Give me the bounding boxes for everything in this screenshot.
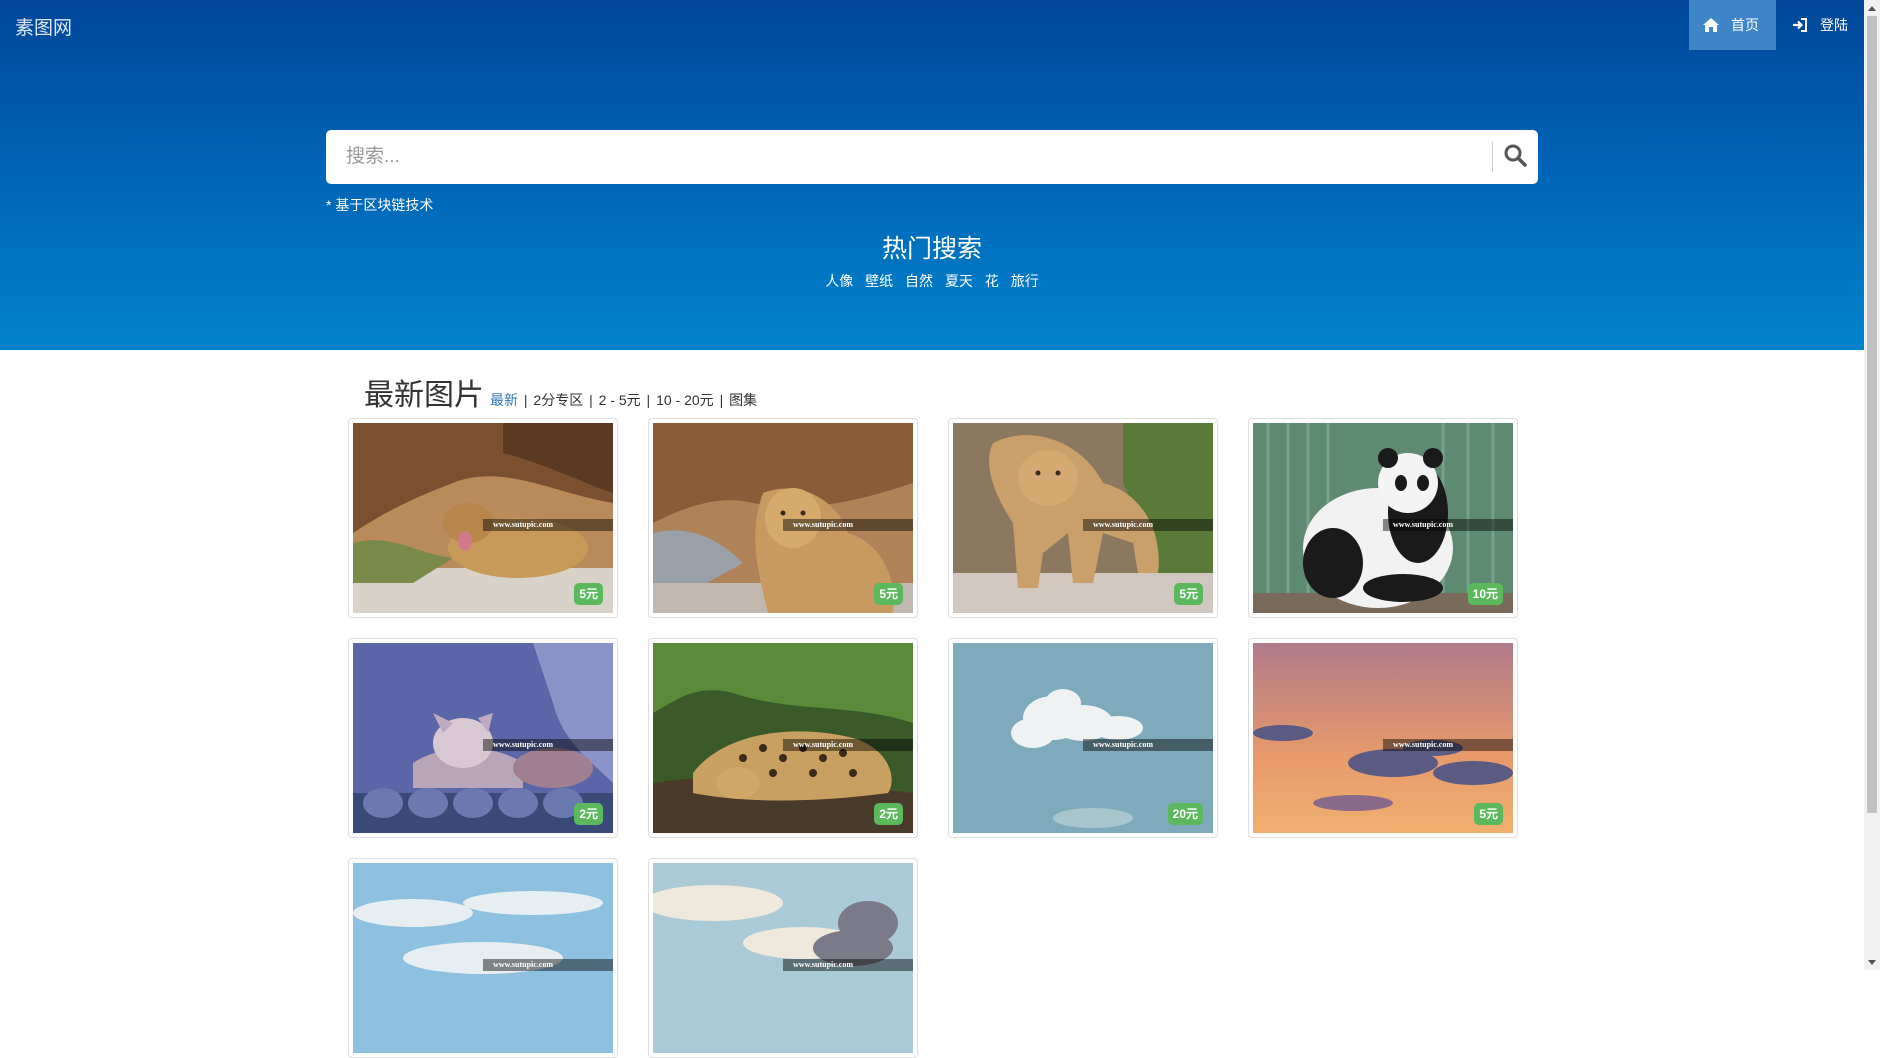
filter-latest[interactable]: 最新	[490, 392, 518, 408]
vertical-scrollbar[interactable]	[1864, 0, 1880, 970]
image-thumbnail: www.sutupic.com	[653, 863, 913, 1053]
price-badge: 10元	[1467, 583, 1503, 605]
separator: |	[589, 392, 593, 408]
watermark: www.sutupic.com	[483, 959, 613, 971]
latest-images-header: 最新图片 最新 | 2分专区 | 2 - 5元 | 10 - 20元 | 图集	[364, 370, 757, 414]
image-card-lioness-walking[interactable]: www.sutupic.com 5元	[948, 418, 1218, 618]
watermark: www.sutupic.com	[1383, 519, 1513, 531]
hot-tag[interactable]: 花	[985, 273, 999, 289]
image-card-coyote[interactable]: www.sutupic.com 2元	[348, 638, 618, 838]
image-thumbnail: www.sutupic.com 20元	[953, 643, 1213, 833]
watermark: www.sutupic.com	[783, 959, 913, 971]
watermark: www.sutupic.com	[1083, 739, 1213, 751]
image-thumbnail: www.sutupic.com 5元	[353, 423, 613, 613]
price-badge: 2元	[874, 803, 903, 825]
nav-login[interactable]: 登陆	[1776, 0, 1864, 50]
image-thumbnail: www.sutupic.com 5元	[653, 423, 913, 613]
image-thumbnail: www.sutupic.com 10元	[1253, 423, 1513, 613]
hot-tag[interactable]: 人像	[825, 273, 853, 289]
search-input[interactable]	[326, 130, 1491, 184]
nav-home-label: 首页	[1731, 17, 1759, 33]
filter-albums[interactable]: 图集	[729, 392, 757, 408]
image-card-lioness-sitting[interactable]: www.sutupic.com 5元	[648, 418, 918, 618]
image-card-lioness-lying[interactable]: www.sutupic.com 5元	[348, 418, 618, 618]
separator: |	[646, 392, 651, 408]
watermark: www.sutupic.com	[1383, 739, 1513, 751]
scroll-up-arrow-icon[interactable]	[1864, 0, 1880, 16]
filter-10-20[interactable]: 10 - 20元	[656, 392, 714, 408]
watermark: www.sutupic.com	[783, 739, 913, 751]
filter-links: 最新 | 2分专区 | 2 - 5元 | 10 - 20元 | 图集	[490, 390, 757, 410]
hot-tag[interactable]: 自然	[905, 273, 933, 289]
price-badge: 5元	[1174, 583, 1203, 605]
hero-banner: 素图网 首页 登陆 搜索... * 基于区块链技术 热门搜索 人像 壁纸 自然 …	[0, 0, 1864, 350]
image-card-cloud-sky[interactable]: www.sutupic.com 20元	[948, 638, 1218, 838]
hot-search-tags: 人像 壁纸 自然 夏天 花 旅行	[0, 271, 1864, 291]
image-thumbnail: www.sutupic.com 2元	[653, 643, 913, 833]
filter-2-5[interactable]: 2 - 5元	[599, 392, 641, 408]
separator: |	[523, 392, 528, 408]
top-nav: 首页 登陆	[1689, 0, 1864, 50]
image-card-leopard[interactable]: www.sutupic.com 2元	[648, 638, 918, 838]
image-card-sunset-sky[interactable]: www.sutupic.com 5元	[1248, 638, 1518, 838]
price-badge: 5元	[1474, 803, 1503, 825]
image-thumbnail: www.sutupic.com 5元	[1253, 643, 1513, 833]
image-card-cloudy-sky[interactable]: www.sutupic.com	[648, 858, 918, 1058]
price-badge: 2元	[574, 803, 603, 825]
hot-tag[interactable]: 壁纸	[865, 273, 893, 289]
search-button[interactable]	[1496, 138, 1534, 176]
nav-home[interactable]: 首页	[1689, 0, 1776, 50]
search-icon	[1503, 143, 1527, 172]
watermark: www.sutupic.com	[483, 739, 613, 751]
image-thumbnail: www.sutupic.com	[353, 863, 613, 1053]
search-bar	[326, 130, 1538, 184]
price-badge: 5元	[574, 583, 603, 605]
price-badge: 5元	[874, 583, 903, 605]
site-logo[interactable]: 素图网	[15, 13, 72, 40]
search-divider	[1492, 142, 1493, 172]
watermark: www.sutupic.com	[483, 519, 613, 531]
filter-2fen[interactable]: 2分专区	[533, 392, 583, 408]
image-card-panda[interactable]: www.sutupic.com 10元	[1248, 418, 1518, 618]
blockchain-note: * 基于区块链技术	[326, 197, 434, 213]
hot-tag[interactable]: 旅行	[1011, 273, 1039, 289]
watermark: www.sutupic.com	[1083, 519, 1213, 531]
price-badge: 20元	[1167, 803, 1203, 825]
home-icon	[1703, 18, 1719, 32]
watermark: www.sutupic.com	[783, 519, 913, 531]
image-card-blue-sky[interactable]: www.sutupic.com	[348, 858, 618, 1058]
nav-login-label: 登陆	[1820, 17, 1848, 33]
scroll-down-arrow-icon[interactable]	[1864, 954, 1880, 970]
section-title: 最新图片	[364, 379, 484, 412]
image-thumbnail: www.sutupic.com 2元	[353, 643, 613, 833]
scrollbar-thumb[interactable]	[1867, 16, 1877, 813]
separator: |	[719, 392, 724, 408]
hot-search-title: 热门搜索	[881, 235, 982, 263]
image-thumbnail: www.sutupic.com 5元	[953, 423, 1213, 613]
hot-tag[interactable]: 夏天	[945, 273, 973, 289]
login-icon	[1792, 18, 1808, 32]
